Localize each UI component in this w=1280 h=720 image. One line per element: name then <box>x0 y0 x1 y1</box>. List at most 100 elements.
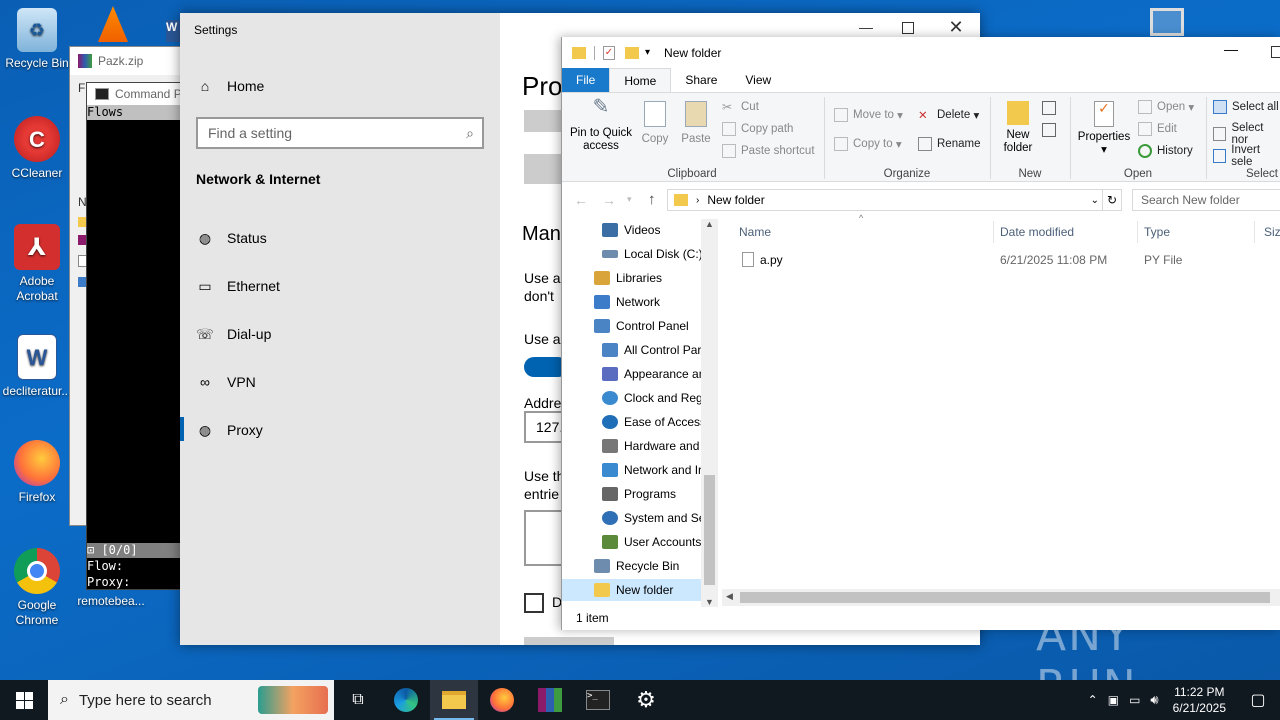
up-button[interactable]: ↑ <box>648 191 656 208</box>
tree-item-appearance[interactable]: Appearance an <box>602 363 705 385</box>
scroll-up-icon[interactable]: ▲ <box>701 219 718 229</box>
column-divider[interactable] <box>993 221 994 243</box>
tab-view[interactable]: View <box>731 68 785 92</box>
tree-item-programs[interactable]: Programs <box>602 483 676 505</box>
content-horizontal-scrollbar[interactable]: ◀ <box>722 589 1280 606</box>
task-view-button[interactable]: ⧉ <box>334 680 382 720</box>
pin-quick-access-button[interactable]: ✎ Pin to Quick access <box>566 97 636 153</box>
taskbar-file-explorer[interactable] <box>430 680 478 720</box>
vlc-icon[interactable] <box>98 6 128 42</box>
nav-status[interactable]: ◍ Status <box>196 226 267 250</box>
edit-button[interactable]: Edit <box>1138 122 1177 136</box>
nav-ethernet[interactable]: ▭ Ethernet <box>196 274 280 298</box>
properties-check-icon[interactable]: ✓ <box>603 45 615 60</box>
tree-item-system-security[interactable]: System and Se <box>602 507 705 529</box>
command-prompt-window[interactable]: Command P Flows ⊡ [0/0] Flow: Proxy: <box>86 82 186 590</box>
new-item-icon[interactable] <box>1042 101 1056 115</box>
settings-search-box[interactable]: Find a setting ⌕ <box>196 117 484 149</box>
desktop-icon-word-doc[interactable]: W decliteratur... <box>0 334 74 399</box>
address-dropdown-icon[interactable]: ⌄ <box>1091 195 1099 206</box>
easy-access-icon[interactable] <box>1042 123 1056 137</box>
notification-icon[interactable]: ▢ <box>1236 690 1280 710</box>
scroll-left-icon[interactable]: ◀ <box>726 591 733 602</box>
settings-home[interactable]: ⌂ Home <box>196 74 265 98</box>
navigation-pane-scrollbar[interactable]: ▲ ▼ <box>701 219 718 607</box>
history-button[interactable]: History <box>1138 144 1193 158</box>
copy-button[interactable]: Copy <box>638 97 672 145</box>
file-row[interactable]: a.py 6/21/2025 11:08 PM PY File <box>732 249 1280 271</box>
copy-path-button[interactable]: Copy path <box>722 122 793 136</box>
copy-to-button[interactable]: Copy to ▾ <box>834 137 902 151</box>
taskbar-firefox[interactable] <box>478 680 526 720</box>
taskbar-winrar[interactable] <box>526 680 574 720</box>
horizontal-scrollbar-thumb[interactable] <box>740 592 1270 603</box>
minimize-button[interactable]: — <box>856 19 876 39</box>
tree-item-network[interactable]: Network <box>594 291 660 313</box>
explorer-maximize-button[interactable] <box>1271 46 1280 58</box>
tab-file[interactable]: File <box>562 68 610 92</box>
desktop-icon-chrome[interactable]: Google Chrome <box>0 548 74 628</box>
desktop-icon-firefox[interactable]: Firefox <box>0 440 74 505</box>
taskbar-settings[interactable]: ⚙ <box>622 680 670 720</box>
address-bar[interactable]: › New folder ⌄ <box>667 189 1104 211</box>
invert-selection-button[interactable]: Invert sele <box>1213 144 1280 168</box>
tree-item-clock[interactable]: Clock and Regi <box>602 387 705 409</box>
scrollbar-thumb[interactable] <box>704 475 715 585</box>
cut-button[interactable]: ✂ Cut <box>722 100 759 114</box>
column-divider[interactable] <box>1254 221 1255 243</box>
qat-dropdown-icon[interactable]: ▾ <box>645 47 650 58</box>
volume-icon[interactable]: 🔊︎ <box>1150 692 1158 708</box>
tree-item-libraries[interactable]: Libraries <box>594 267 662 289</box>
explorer-minimize-button[interactable]: — <box>1224 41 1238 57</box>
tree-item-local-disk[interactable]: Local Disk (C:) <box>602 243 703 265</box>
tree-item-hardware[interactable]: Hardware and <box>602 435 699 457</box>
tree-item-user-accounts[interactable]: User Accounts <box>602 531 701 553</box>
open-button[interactable]: Open ▾ <box>1138 100 1194 114</box>
computer-icon[interactable] <box>1150 8 1184 36</box>
tray-overflow-chevron-icon[interactable]: ⌃ <box>1088 693 1098 707</box>
column-header-size[interactable]: Size <box>1264 225 1280 239</box>
properties-button[interactable]: ✓ Properties ▾ <box>1076 97 1132 157</box>
tree-item-control-panel[interactable]: Control Panel <box>594 315 689 337</box>
tree-item-videos[interactable]: Videos <box>602 219 660 241</box>
maximize-button[interactable] <box>902 22 914 34</box>
forward-button[interactable]: → <box>602 192 616 208</box>
column-header-type[interactable]: Type <box>1144 225 1170 239</box>
paste-shortcut-button[interactable]: Paste shortcut <box>722 144 815 158</box>
nav-proxy[interactable]: ◍ Proxy <box>196 418 263 442</box>
tab-home[interactable]: Home <box>609 68 672 92</box>
taskbar-clock[interactable]: 11:22 PM 6/21/2025 <box>1163 684 1236 716</box>
scroll-down-icon[interactable]: ▼ <box>701 597 718 607</box>
nav-dial-up[interactable]: ☏ Dial-up <box>196 322 271 346</box>
desktop-icon-ccleaner[interactable]: C CCleaner <box>0 116 74 181</box>
taskbar-terminal[interactable]: >_ <box>574 680 622 720</box>
start-button[interactable] <box>0 680 48 720</box>
desktop-icon-acrobat[interactable]: ⅄ Adobe Acrobat <box>0 224 74 304</box>
search-box[interactable]: Search New folder <box>1132 189 1280 211</box>
delete-button[interactable]: ✕ Delete ▾ <box>918 108 979 122</box>
close-button[interactable]: ✕ <box>946 17 966 37</box>
paste-button[interactable]: Paste <box>678 97 714 145</box>
word-icon-partial[interactable]: W <box>166 20 180 42</box>
select-all-button[interactable]: Select all <box>1213 100 1279 114</box>
file-explorer-window[interactable]: ✓ ▾ New folder — File Home Share View ✎ … <box>561 37 1280 630</box>
local-bypass-checkbox[interactable] <box>524 593 544 613</box>
column-header-date[interactable]: Date modified <box>1000 225 1074 239</box>
taskbar-edge[interactable] <box>382 680 430 720</box>
tree-item-recycle-bin[interactable]: Recycle Bin <box>594 555 679 577</box>
taskbar-search-box[interactable]: ⌕ Type here to search <box>48 680 334 720</box>
refresh-button[interactable]: ↻ <box>1102 189 1122 211</box>
back-button[interactable]: ← <box>574 192 588 208</box>
save-button-partial[interactable] <box>524 637 614 645</box>
column-divider[interactable] <box>1137 221 1138 243</box>
nav-vpn[interactable]: ∞ VPN <box>196 370 256 394</box>
rename-button[interactable]: Rename <box>918 137 980 151</box>
tray-device-icon[interactable]: ▣ <box>1108 693 1119 707</box>
move-to-button[interactable]: Move to ▾ <box>834 108 903 122</box>
new-folder-button[interactable]: New folder <box>996 97 1040 155</box>
script-setup-bar[interactable] <box>524 154 564 184</box>
select-none-button[interactable]: Select nor <box>1213 122 1280 146</box>
tree-item-all-control-panel[interactable]: All Control Par <box>602 339 701 361</box>
desktop-icon-remotebea[interactable]: remotebea... <box>74 594 148 609</box>
tree-item-new-folder[interactable]: New folder <box>562 579 702 601</box>
